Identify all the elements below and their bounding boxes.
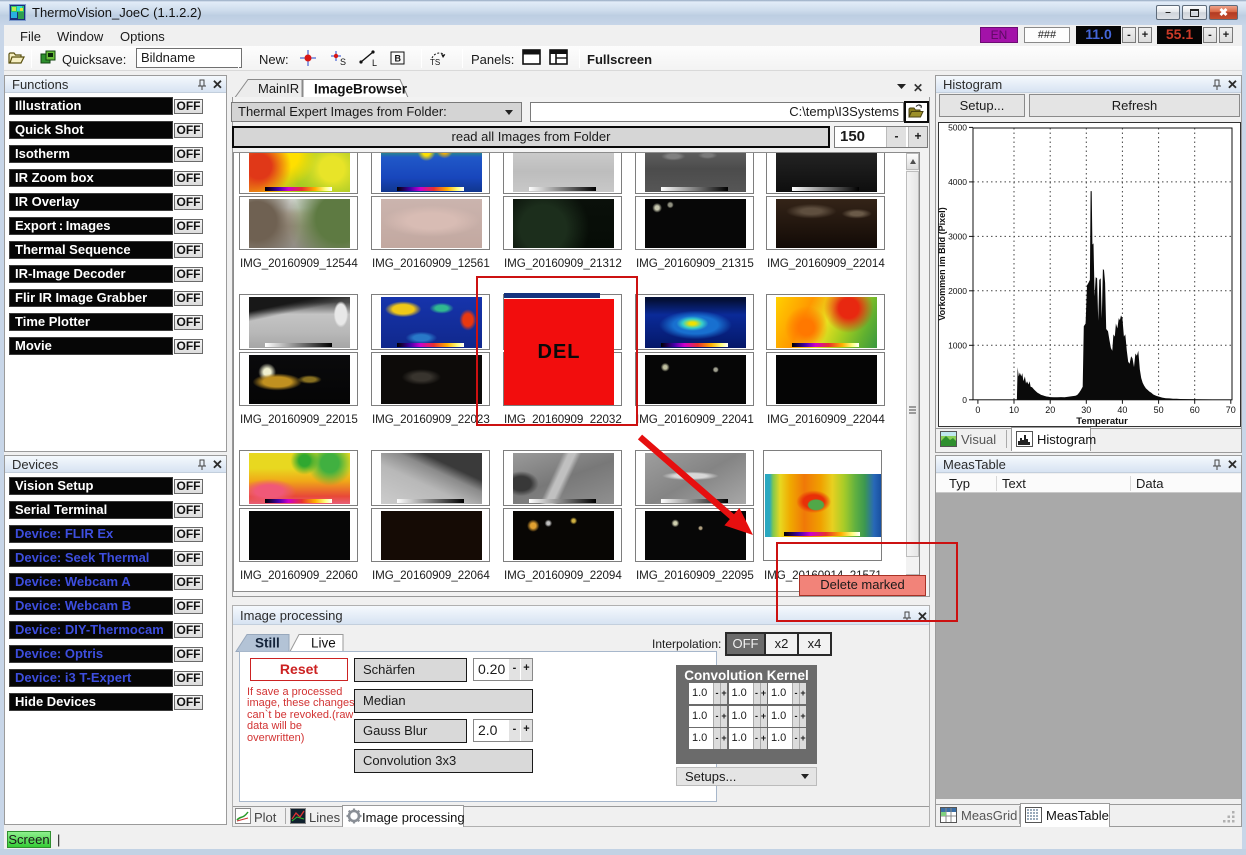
svg-text:0: 0 <box>975 405 980 415</box>
svg-text:20: 20 <box>1045 405 1055 415</box>
svg-text:TS: TS <box>430 58 440 67</box>
svg-text:Temperatur: Temperatur <box>1076 416 1128 427</box>
svg-text:70: 70 <box>1226 405 1236 415</box>
svg-text:Vorkommen im Bild (Pixel): Vorkommen im Bild (Pixel) <box>938 207 947 320</box>
svg-text:2000: 2000 <box>948 286 967 296</box>
svg-text:ImageBrowser: ImageBrowser <box>314 82 408 97</box>
svg-text:50: 50 <box>1154 405 1164 415</box>
svg-text:4000: 4000 <box>948 177 967 187</box>
svg-text:60: 60 <box>1190 405 1200 415</box>
svg-text:MainIR: MainIR <box>258 81 299 96</box>
svg-text:S: S <box>340 57 346 67</box>
svg-text:L: L <box>372 58 377 67</box>
svg-text:Live: Live <box>311 636 336 651</box>
svg-text:3000: 3000 <box>948 231 967 241</box>
svg-text:0: 0 <box>962 395 967 405</box>
svg-text:✕: ✕ <box>913 81 923 95</box>
svg-text:10: 10 <box>1009 405 1019 415</box>
svg-text:Still: Still <box>255 636 280 651</box>
svg-text:30: 30 <box>1081 405 1091 415</box>
svg-text:B: B <box>395 54 402 64</box>
svg-text:1000: 1000 <box>948 340 967 350</box>
svg-text:40: 40 <box>1117 405 1127 415</box>
svg-text:5000: 5000 <box>948 122 967 132</box>
